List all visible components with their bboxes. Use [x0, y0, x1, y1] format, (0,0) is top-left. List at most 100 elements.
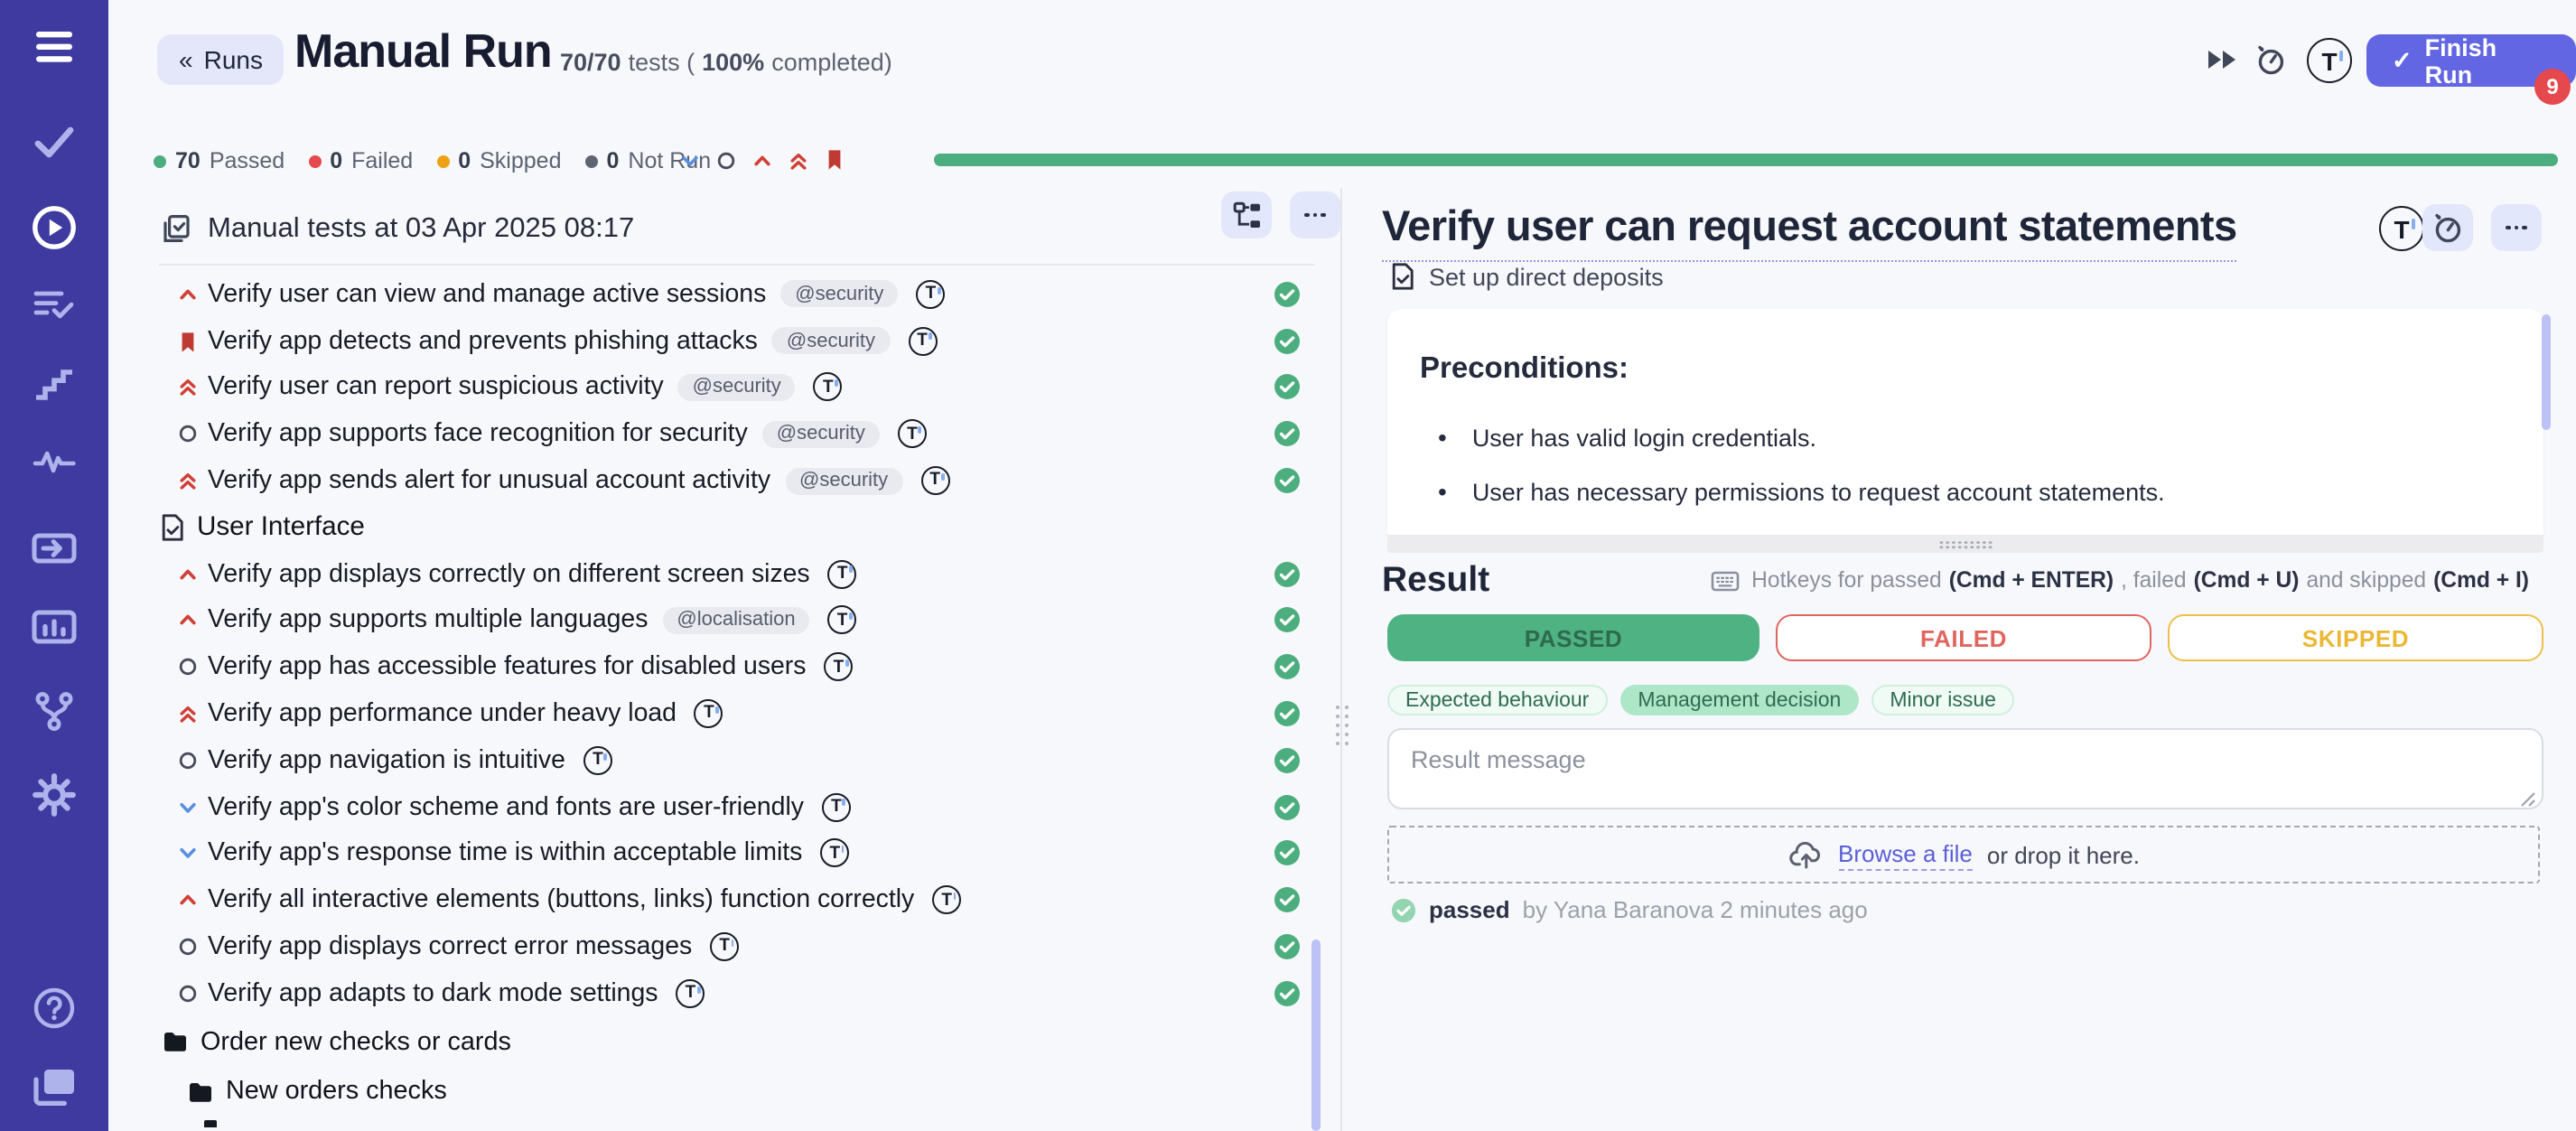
sidebar-item-help[interactable] — [0, 986, 108, 1030]
result-history-entry: passed by Yana Baranova 2 minutes ago — [1391, 896, 1868, 923]
check-circle-icon — [1391, 897, 1416, 922]
result-message-input[interactable] — [1387, 728, 2543, 809]
list-more-button[interactable] — [1290, 192, 1340, 238]
folder-row[interactable]: New orders checks — [159, 1067, 1315, 1117]
test-title[interactable]: Verify user can request account statemen… — [1382, 202, 2237, 262]
suite-section-row[interactable]: User Interface — [159, 504, 1315, 551]
browse-file-link[interactable]: Browse a file — [1838, 839, 1973, 870]
test-row[interactable]: Verify app adapts to dark mode settingsT — [159, 970, 1315, 1017]
circle-icon[interactable] — [715, 149, 737, 171]
brand-logo-icon[interactable]: T — [2307, 38, 2352, 83]
test-row[interactable]: Verify app displays correctly on differe… — [159, 551, 1315, 598]
passed-check-icon — [1274, 421, 1301, 448]
detail-scrollbar[interactable] — [2542, 314, 2550, 430]
chevron-down-icon[interactable] — [679, 149, 701, 171]
run-progress-summary: 70/70 tests ( 100% completed) — [560, 49, 892, 76]
sidebar-item-check[interactable] — [0, 125, 108, 159]
file-check-icon — [159, 513, 186, 542]
preconditions-card: Preconditions: User has valid login cred… — [1387, 309, 2543, 535]
folder-row[interactable]: Order new checks or cards — [159, 1017, 1315, 1067]
chevrons-up-icon — [177, 470, 199, 491]
sidebar-item-activity[interactable] — [0, 446, 108, 477]
result-tags: Expected behaviour Management decision Min… — [1387, 685, 2014, 715]
brand-logo-icon: T — [676, 979, 705, 1008]
notification-badge[interactable]: 9 — [2534, 69, 2571, 105]
test-row[interactable]: Verify app supports face recognition for… — [159, 411, 1315, 458]
sidebar — [0, 0, 108, 1131]
test-row[interactable]: Verify app detects and prevents phishing… — [159, 318, 1315, 365]
back-to-runs-button[interactable]: « Runs — [157, 34, 285, 85]
test-row[interactable]: Verify app performance under heavy loadT — [159, 690, 1315, 737]
status-counts: 70Passed0Failed0Skipped0Not Run — [154, 145, 711, 177]
priority-filter-icons — [679, 148, 845, 172]
result-tag[interactable]: Minor issue — [1871, 685, 2014, 715]
sidebar-item-menu[interactable] — [0, 31, 108, 63]
test-row[interactable]: Verify app's response time is within acc… — [159, 830, 1315, 877]
passed-check-icon — [1274, 887, 1301, 914]
result-tag[interactable]: Expected behaviour — [1387, 685, 1607, 715]
tag-badge: @security — [785, 467, 902, 494]
chevrons-up-icon[interactable] — [788, 149, 809, 171]
test-row[interactable]: Verify user can report suspicious activi… — [159, 364, 1315, 411]
passed-check-icon — [1274, 607, 1301, 634]
sidebar-item-gear[interactable] — [0, 771, 108, 818]
passed-check-icon — [1274, 467, 1301, 494]
chevron-up-icon[interactable] — [751, 149, 773, 171]
result-passed-button[interactable]: PASSED — [1387, 614, 1759, 661]
test-row[interactable]: Verify app displays correct error messag… — [159, 923, 1315, 970]
chevron-up-icon — [177, 610, 199, 631]
test-row-title: Verify app's response time is within acc… — [208, 839, 802, 868]
test-row[interactable]: Verify app sends alert for unusual accou… — [159, 457, 1315, 504]
chevrons-up-icon — [177, 703, 199, 724]
test-detail-pane: Verify user can request account statemen… — [1342, 188, 2576, 1131]
suite-breadcrumb[interactable]: Set up direct deposits — [1389, 262, 1664, 291]
partial-folder-row — [204, 1120, 217, 1126]
test-row[interactable]: Verify app has accessible features for d… — [159, 644, 1315, 691]
test-row[interactable]: Verify app's color scheme and fonts are … — [159, 784, 1315, 831]
result-tag[interactable]: Management decision — [1619, 685, 1859, 715]
test-row[interactable]: Verify app supports multiple languages@l… — [159, 597, 1315, 644]
sidebar-item-login-box[interactable] — [0, 529, 108, 567]
status-count-passed[interactable]: 70Passed — [154, 148, 285, 173]
sidebar-item-steps[interactable] — [0, 367, 108, 403]
page-title: Manual Run — [294, 23, 552, 79]
fast-forward-icon[interactable] — [2206, 47, 2238, 72]
brand-logo-icon: T — [710, 932, 739, 961]
stopwatch-icon[interactable] — [2254, 43, 2287, 76]
tag-badge: @localisation — [662, 607, 809, 634]
test-row[interactable]: Verify app navigation is intuitiveT — [159, 737, 1315, 784]
sidebar-item-play-circle[interactable] — [0, 204, 108, 251]
back-icon: « — [179, 45, 193, 74]
status-dot-icon — [436, 154, 449, 167]
sidebar-item-test-list[interactable] — [0, 287, 108, 323]
sidebar-item-bar-chart[interactable] — [0, 609, 108, 645]
test-row[interactable]: Verify user can view and manage active s… — [159, 271, 1315, 318]
tree-view-button[interactable] — [1221, 192, 1272, 238]
result-skipped-button[interactable]: SKIPPED — [2168, 614, 2543, 661]
file-dropzone[interactable]: Browse a file or drop it here. — [1387, 826, 2540, 883]
test-row-title: Verify app supports face recognition for… — [208, 420, 748, 449]
tag-badge: @security — [780, 281, 898, 308]
sidebar-item-branch[interactable] — [0, 690, 108, 734]
bookmark-icon[interactable] — [824, 148, 845, 172]
list-scrollbar[interactable] — [1311, 939, 1320, 1131]
status-count-failed[interactable]: 0Failed — [308, 148, 413, 173]
sidebar-item-folders[interactable] — [0, 1066, 108, 1108]
chevron-up-icon — [177, 284, 199, 305]
test-row-title: Verify all interactive elements (buttons… — [208, 886, 914, 915]
check-icon: ✓ — [2392, 46, 2413, 75]
card-resize-bar[interactable] — [1387, 535, 2543, 553]
detail-more-button[interactable] — [2491, 204, 2542, 251]
timer-button[interactable] — [2422, 204, 2473, 251]
chevron-down-icon — [177, 843, 199, 865]
chevron-up-icon — [177, 890, 199, 911]
passed-check-icon — [1274, 747, 1301, 774]
result-failed-button[interactable]: FAILED — [1776, 614, 2151, 661]
test-row-title: Verify app detects and prevents phishing… — [208, 326, 758, 355]
status-dot-icon — [154, 154, 166, 167]
passed-check-icon — [1274, 374, 1301, 401]
status-row: 70Passed0Failed0Skipped0Not Run — [154, 145, 2576, 177]
brand-logo-icon: T — [2379, 206, 2424, 251]
test-row[interactable]: Verify all interactive elements (buttons… — [159, 877, 1315, 924]
status-count-skipped[interactable]: 0Skipped — [436, 148, 561, 173]
